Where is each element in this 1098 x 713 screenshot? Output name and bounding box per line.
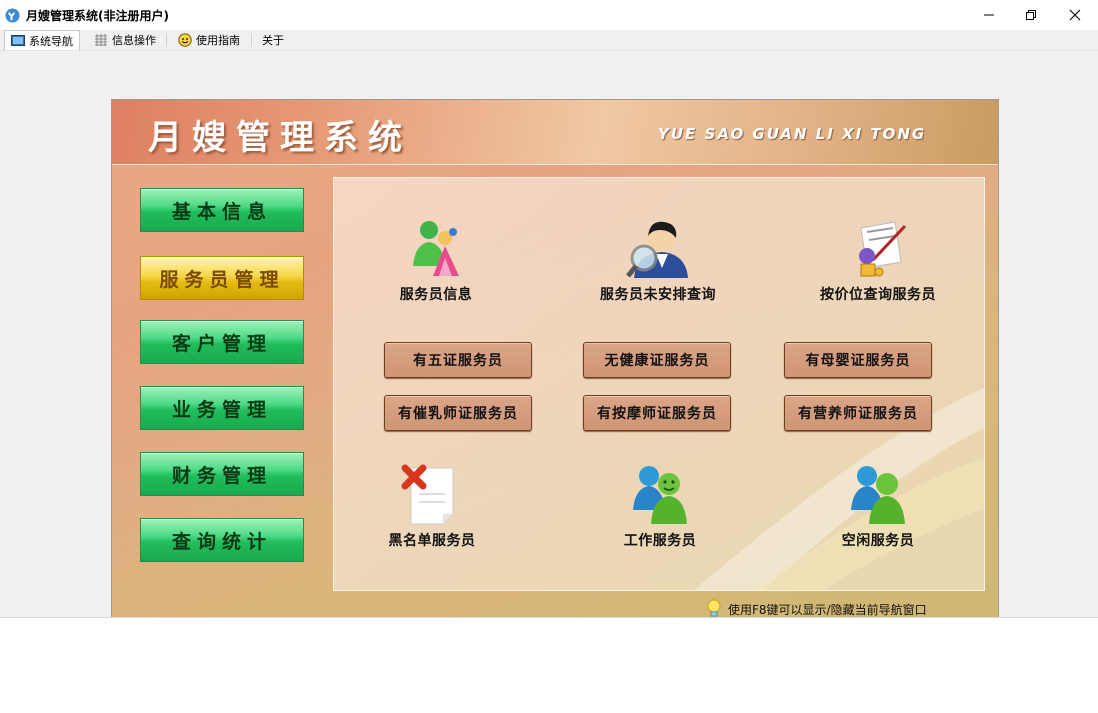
cert-button-label: 无健康证服务员 bbox=[604, 353, 710, 369]
nav-button-label: 财务管理 bbox=[171, 464, 272, 487]
menu-label: 使用指南 bbox=[196, 34, 240, 47]
panel-title: 月嫂管理系统 bbox=[148, 118, 412, 158]
close-icon bbox=[1069, 9, 1081, 21]
smiley-icon bbox=[178, 33, 192, 47]
menu-user-guide[interactable]: 使用指南 bbox=[178, 30, 240, 50]
menu-info-ops[interactable]: 信息操作 bbox=[94, 30, 156, 50]
magnifier-person-icon bbox=[626, 221, 688, 278]
nav-button-label: 业务管理 bbox=[171, 398, 272, 421]
f8-hint: 使用F8键可以显示/隐藏当前导航窗口 bbox=[706, 599, 927, 617]
cert-button-label: 有五证服务员 bbox=[413, 353, 503, 369]
window-title: 月嫂管理系统(非注册用户) bbox=[26, 9, 169, 23]
close-button[interactable] bbox=[1052, 0, 1098, 30]
menu-separator bbox=[166, 33, 167, 47]
menu-label: 关于 bbox=[262, 34, 284, 47]
working-people-icon bbox=[633, 466, 687, 524]
menu-label: 信息操作 bbox=[112, 34, 156, 47]
feature-working-staff[interactable]: 工作服务员 bbox=[560, 462, 760, 550]
feature-query-by-price[interactable]: 按价位查询服务员 bbox=[778, 216, 978, 304]
idle-people-icon bbox=[851, 466, 905, 524]
monitor-icon bbox=[11, 34, 25, 46]
feature-label: 空闲服务员 bbox=[841, 533, 915, 549]
menu-about[interactable]: 关于 bbox=[262, 30, 284, 50]
cert-button-maternal-infant-certificate[interactable]: 有母婴证服务员 bbox=[784, 342, 932, 378]
main-window: 月嫂管理系统(非注册用户) 系统导航 信息操作 使用指南 关于 月嫂管理系统 Y… bbox=[0, 0, 1098, 618]
nav-button-business-management[interactable]: 业务管理 bbox=[140, 386, 304, 430]
price-document-icon bbox=[859, 221, 907, 277]
menu-label: 系统导航 bbox=[29, 34, 73, 48]
nav-button-label: 客户管理 bbox=[171, 332, 272, 355]
menu-separator bbox=[251, 33, 252, 47]
feature-label: 服务员信息 bbox=[399, 287, 473, 303]
minimize-button[interactable] bbox=[966, 0, 1012, 30]
feature-blacklist-staff[interactable]: 黑名单服务员 bbox=[334, 462, 532, 550]
feature-unassigned-staff-query[interactable]: 服务员未安排查询 bbox=[558, 216, 758, 304]
feature-label: 按价位查询服务员 bbox=[820, 287, 936, 303]
cert-button-five-certificates[interactable]: 有五证服务员 bbox=[384, 342, 532, 378]
waiters-group-icon bbox=[413, 221, 459, 276]
restore-button[interactable] bbox=[1008, 0, 1054, 30]
nav-button-query-statistics[interactable]: 查询统计 bbox=[140, 518, 304, 562]
feature-staff-info[interactable]: 服务员信息 bbox=[336, 216, 536, 304]
navigation-panel: 月嫂管理系统 YUE SAO GUAN LI XI TONG 基本信息 服务员管… bbox=[111, 99, 999, 617]
grid-icon bbox=[95, 34, 107, 46]
menu-system-nav[interactable]: 系统导航 bbox=[4, 30, 80, 50]
minimize-icon bbox=[984, 14, 994, 16]
cert-button-nutritionist-certificate[interactable]: 有营养师证服务员 bbox=[784, 395, 932, 431]
menu-bar: 系统导航 信息操作 使用指南 关于 bbox=[0, 30, 1098, 51]
cert-button-no-health-certificate[interactable]: 无健康证服务员 bbox=[583, 342, 731, 378]
lightbulb-icon bbox=[707, 599, 721, 617]
hint-text: 使用F8键可以显示/隐藏当前导航窗口 bbox=[728, 602, 927, 617]
nav-button-customer-management[interactable]: 客户管理 bbox=[140, 320, 304, 364]
cert-button-label: 有按摩师证服务员 bbox=[597, 406, 717, 422]
blacklist-document-icon bbox=[401, 464, 454, 525]
nav-button-finance-management[interactable]: 财务管理 bbox=[140, 452, 304, 496]
feature-label: 工作服务员 bbox=[623, 533, 697, 549]
title-bar: 月嫂管理系统(非注册用户) bbox=[0, 0, 1098, 30]
nav-button-basic-info[interactable]: 基本信息 bbox=[140, 188, 304, 232]
cert-button-label: 有催乳师证服务员 bbox=[398, 406, 518, 422]
content-area: 服务员信息 服务员未安排查询 按价位查询服务员 有五证服务员 无健康证服务员 有… bbox=[333, 177, 985, 591]
panel-subtitle: YUE SAO GUAN LI XI TONG bbox=[658, 125, 927, 143]
app-logo-icon bbox=[5, 8, 20, 23]
feature-idle-staff[interactable]: 空闲服务员 bbox=[778, 462, 978, 550]
nav-button-staff-management[interactable]: 服务员管理 bbox=[140, 256, 304, 300]
panel-header: 月嫂管理系统 YUE SAO GUAN LI XI TONG bbox=[112, 100, 998, 165]
restore-icon bbox=[1026, 10, 1036, 20]
feature-label: 黑名单服务员 bbox=[388, 533, 476, 549]
cert-button-lactation-certificate[interactable]: 有催乳师证服务员 bbox=[384, 395, 532, 431]
nav-button-label: 查询统计 bbox=[171, 530, 272, 553]
nav-button-label: 服务员管理 bbox=[159, 268, 285, 291]
cert-button-label: 有营养师证服务员 bbox=[798, 406, 918, 422]
feature-label: 服务员未安排查询 bbox=[600, 287, 716, 303]
nav-button-label: 基本信息 bbox=[171, 200, 272, 223]
cert-button-label: 有母婴证服务员 bbox=[805, 353, 911, 369]
cert-button-massage-certificate[interactable]: 有按摩师证服务员 bbox=[583, 395, 731, 431]
